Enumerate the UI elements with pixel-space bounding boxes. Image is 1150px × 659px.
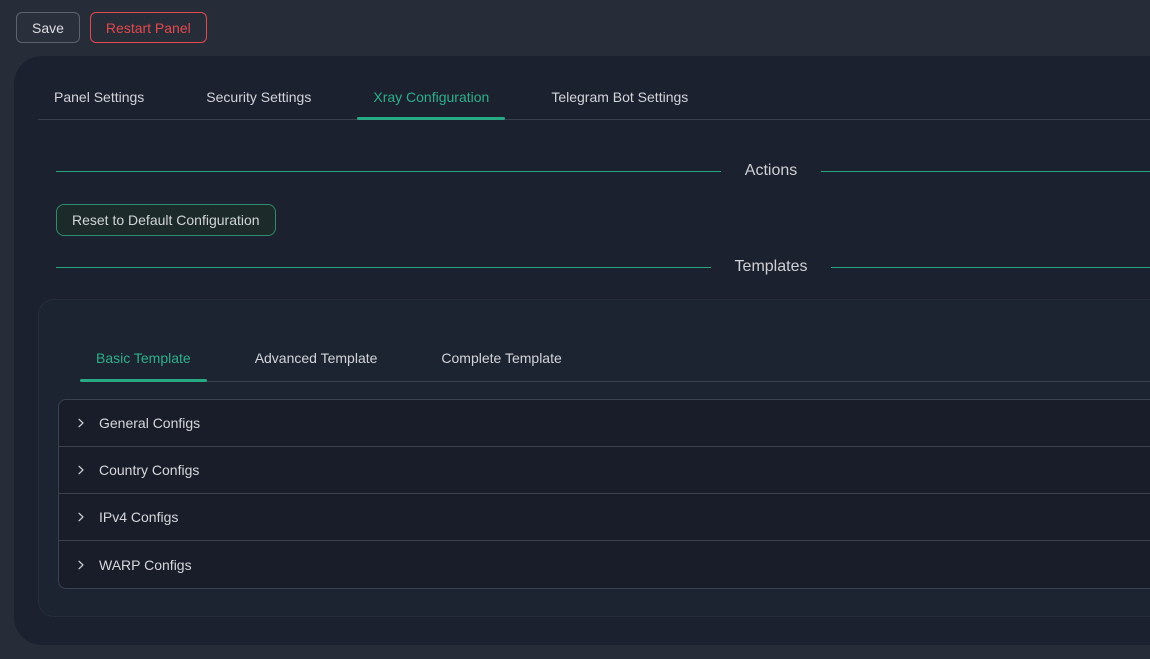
tab-basic-template[interactable]: Basic Template [80,350,207,381]
accordion-row-warp-configs[interactable]: WARP Configs [59,541,1150,588]
tab-panel-settings[interactable]: Panel Settings [38,89,160,119]
config-groups-accordion: General Configs Country Configs IPv4 Con… [58,399,1150,589]
settings-tabs: Panel Settings Security Settings Xray Co… [38,89,1150,120]
templates-card: Basic Template Advanced Template Complet… [38,299,1150,617]
actions-divider-label: Actions [721,162,821,180]
divider-line [56,171,721,172]
tab-advanced-template[interactable]: Advanced Template [239,350,394,381]
accordion-row-label: WARP Configs [99,557,192,573]
accordion-row-label: IPv4 Configs [99,509,178,525]
accordion-row-general-configs[interactable]: General Configs [59,400,1150,447]
divider-line [831,267,1150,268]
toolbar: Save Restart Panel [0,0,1150,56]
divider-line [56,267,711,268]
templates-divider: Templates [56,256,1150,278]
chevron-right-icon [75,511,87,523]
restart-panel-button[interactable]: Restart Panel [90,12,207,43]
template-tabs: Basic Template Advanced Template Complet… [80,350,1150,382]
templates-divider-label: Templates [711,258,832,276]
chevron-right-icon [75,559,87,571]
tab-security-settings[interactable]: Security Settings [190,89,327,119]
tab-telegram-bot-settings[interactable]: Telegram Bot Settings [535,89,704,119]
divider-line [821,171,1150,172]
settings-panel: Panel Settings Security Settings Xray Co… [14,56,1150,645]
save-button[interactable]: Save [16,12,80,43]
accordion-row-label: General Configs [99,415,200,431]
tab-complete-template[interactable]: Complete Template [425,350,577,381]
chevron-right-icon [75,417,87,429]
tab-xray-configuration[interactable]: Xray Configuration [357,89,505,119]
accordion-row-country-configs[interactable]: Country Configs [59,447,1150,494]
reset-to-default-button[interactable]: Reset to Default Configuration [56,204,276,236]
accordion-row-label: Country Configs [99,462,199,478]
chevron-right-icon [75,464,87,476]
actions-divider: Actions [56,160,1150,182]
accordion-row-ipv4-configs[interactable]: IPv4 Configs [59,494,1150,541]
